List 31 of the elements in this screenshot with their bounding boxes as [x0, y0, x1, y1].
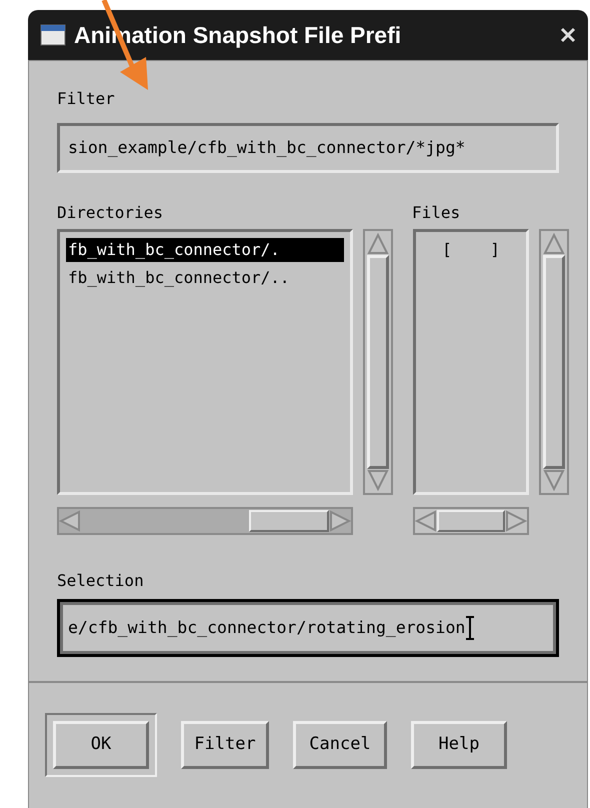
up-arrow-icon[interactable]: [543, 233, 565, 255]
files-label: Files: [412, 202, 460, 223]
dialog-button[interactable]: Help: [411, 721, 507, 769]
horizontal-scrollbar[interactable]: [413, 507, 529, 535]
up-arrow-icon[interactable]: [367, 233, 389, 255]
down-arrow-icon[interactable]: [367, 469, 389, 491]
selection-label: Selection: [57, 570, 145, 591]
left-arrow-icon[interactable]: [415, 510, 437, 532]
right-arrow-icon[interactable]: [505, 510, 527, 532]
window-icon: [40, 24, 66, 46]
right-arrow-icon[interactable]: [329, 510, 351, 532]
vertical-scrollbar[interactable]: [539, 229, 569, 495]
file-list[interactable]: [ ]: [413, 229, 529, 495]
list-item[interactable]: fb_with_bc_connector/..: [66, 266, 344, 290]
directories-label: Directories: [57, 202, 164, 223]
text-cursor-icon: [466, 616, 474, 640]
down-arrow-icon[interactable]: [543, 469, 565, 491]
filter-field[interactable]: sion_example/cfb_with_bc_connector/*jpg*: [57, 123, 559, 173]
scroll-thumb[interactable]: [437, 510, 505, 532]
list-item[interactable]: [ ]: [422, 238, 520, 262]
filter-label: Filter: [57, 88, 116, 110]
horizontal-scrollbar[interactable]: [57, 507, 353, 535]
dialog-button[interactable]: OK: [45, 713, 157, 777]
dialog-button[interactable]: Cancel: [293, 721, 387, 769]
close-icon[interactable]: [560, 27, 576, 43]
selection-field[interactable]: e/cfb_with_bc_connector/rotating_erosion: [57, 599, 559, 657]
list-item[interactable]: fb_with_bc_connector/.: [66, 238, 344, 262]
left-arrow-icon[interactable]: [59, 510, 81, 532]
dialog-button[interactable]: Filter: [181, 721, 269, 769]
directory-list[interactable]: fb_with_bc_connector/. fb_with_bc_connector/..: [57, 229, 353, 495]
vertical-scrollbar[interactable]: [363, 229, 393, 495]
